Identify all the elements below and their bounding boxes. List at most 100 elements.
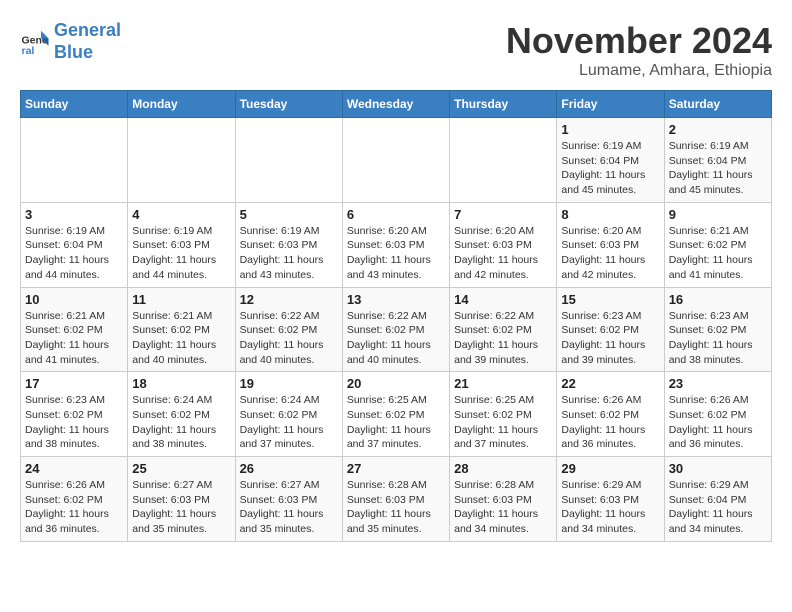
calendar-week-row: 10 Sunrise: 6:21 AM Sunset: 6:02 PM Dayli… <box>21 287 772 372</box>
day-info: Sunrise: 6:19 AM Sunset: 6:03 PM Dayligh… <box>132 224 230 283</box>
day-number: 24 <box>25 461 123 476</box>
day-info: Sunrise: 6:26 AM Sunset: 6:02 PM Dayligh… <box>25 478 123 537</box>
logo-general: General <box>54 20 121 40</box>
day-info: Sunrise: 6:23 AM Sunset: 6:02 PM Dayligh… <box>561 309 659 368</box>
calendar-day-cell <box>342 118 449 203</box>
calendar-day-cell: 11Sunrise: 6:21 AM Sunset: 6:02 PM Dayli… <box>128 287 235 372</box>
calendar-day-cell: 24 Sunrise: 6:26 AM Sunset: 6:02 PM Dayli… <box>21 457 128 542</box>
calendar-week-row: 17 Sunrise: 6:23 AM Sunset: 6:02 PM Dayli… <box>21 372 772 457</box>
logo-icon: Gene ral <box>20 27 50 57</box>
day-info: Sunrise: 6:27 AM Sunset: 6:03 PM Dayligh… <box>240 478 338 537</box>
day-number: 22 <box>561 376 659 391</box>
day-of-week-header: Friday <box>557 91 664 118</box>
day-number: 17 <box>25 376 123 391</box>
month-title: November 2024 <box>506 20 772 62</box>
calendar-day-cell: 30 Sunrise: 6:29 AM Sunset: 6:04 PM Dayli… <box>664 457 771 542</box>
calendar-day-cell: 5 Sunrise: 6:19 AM Sunset: 6:03 PM Daylig… <box>235 202 342 287</box>
calendar-day-cell <box>235 118 342 203</box>
calendar-day-cell: 8 Sunrise: 6:20 AM Sunset: 6:03 PM Daylig… <box>557 202 664 287</box>
day-info: Sunrise: 6:22 AM Sunset: 6:02 PM Dayligh… <box>347 309 445 368</box>
day-info: Sunrise: 6:26 AM Sunset: 6:02 PM Dayligh… <box>561 393 659 452</box>
calendar-week-row: 3Sunrise: 6:19 AM Sunset: 6:04 PM Daylig… <box>21 202 772 287</box>
calendar-day-cell: 7Sunrise: 6:20 AM Sunset: 6:03 PM Daylig… <box>450 202 557 287</box>
day-number: 26 <box>240 461 338 476</box>
day-info: Sunrise: 6:27 AM Sunset: 6:03 PM Dayligh… <box>132 478 230 537</box>
calendar-day-cell: 20 Sunrise: 6:25 AM Sunset: 6:02 PM Dayli… <box>342 372 449 457</box>
day-number: 21 <box>454 376 552 391</box>
calendar-day-cell: 22 Sunrise: 6:26 AM Sunset: 6:02 PM Dayli… <box>557 372 664 457</box>
day-number: 20 <box>347 376 445 391</box>
calendar-day-cell: 12Sunrise: 6:22 AM Sunset: 6:02 PM Dayli… <box>235 287 342 372</box>
day-info: Sunrise: 6:25 AM Sunset: 6:02 PM Dayligh… <box>347 393 445 452</box>
day-info: Sunrise: 6:20 AM Sunset: 6:03 PM Dayligh… <box>561 224 659 283</box>
calendar-body: 1 Sunrise: 6:19 AM Sunset: 6:04 PM Daylig… <box>21 118 772 542</box>
day-number: 13 <box>347 292 445 307</box>
day-info: Sunrise: 6:20 AM Sunset: 6:03 PM Dayligh… <box>454 224 552 283</box>
logo-text: General Blue <box>54 20 121 63</box>
day-number: 6 <box>347 207 445 222</box>
day-info: Sunrise: 6:23 AM Sunset: 6:02 PM Dayligh… <box>669 309 767 368</box>
calendar-week-row: 1 Sunrise: 6:19 AM Sunset: 6:04 PM Daylig… <box>21 118 772 203</box>
calendar-day-cell <box>450 118 557 203</box>
day-info: Sunrise: 6:24 AM Sunset: 6:02 PM Dayligh… <box>240 393 338 452</box>
day-number: 10 <box>25 292 123 307</box>
day-of-week-header: Sunday <box>21 91 128 118</box>
calendar-day-cell: 2 Sunrise: 6:19 AM Sunset: 6:04 PM Daylig… <box>664 118 771 203</box>
calendar-day-cell: 18 Sunrise: 6:24 AM Sunset: 6:02 PM Dayli… <box>128 372 235 457</box>
day-number: 29 <box>561 461 659 476</box>
day-number: 23 <box>669 376 767 391</box>
day-of-week-header: Tuesday <box>235 91 342 118</box>
calendar-day-cell: 10 Sunrise: 6:21 AM Sunset: 6:02 PM Dayli… <box>21 287 128 372</box>
title-block: November 2024 Lumame, Amhara, Ethiopia <box>506 20 772 80</box>
calendar-day-cell: 3Sunrise: 6:19 AM Sunset: 6:04 PM Daylig… <box>21 202 128 287</box>
day-number: 30 <box>669 461 767 476</box>
day-info: Sunrise: 6:24 AM Sunset: 6:02 PM Dayligh… <box>132 393 230 452</box>
day-info: Sunrise: 6:21 AM Sunset: 6:02 PM Dayligh… <box>25 309 123 368</box>
day-info: Sunrise: 6:28 AM Sunset: 6:03 PM Dayligh… <box>454 478 552 537</box>
calendar-day-cell: 4Sunrise: 6:19 AM Sunset: 6:03 PM Daylig… <box>128 202 235 287</box>
day-number: 16 <box>669 292 767 307</box>
day-number: 8 <box>561 207 659 222</box>
day-number: 3 <box>25 207 123 222</box>
day-info: Sunrise: 6:23 AM Sunset: 6:02 PM Dayligh… <box>25 393 123 452</box>
calendar-day-cell: 9 Sunrise: 6:21 AM Sunset: 6:02 PM Daylig… <box>664 202 771 287</box>
calendar-day-cell: 26 Sunrise: 6:27 AM Sunset: 6:03 PM Dayli… <box>235 457 342 542</box>
logo: Gene ral General Blue <box>20 20 121 63</box>
calendar-day-cell: 25Sunrise: 6:27 AM Sunset: 6:03 PM Dayli… <box>128 457 235 542</box>
day-info: Sunrise: 6:21 AM Sunset: 6:02 PM Dayligh… <box>669 224 767 283</box>
day-info: Sunrise: 6:29 AM Sunset: 6:04 PM Dayligh… <box>669 478 767 537</box>
day-number: 11 <box>132 292 230 307</box>
day-info: Sunrise: 6:19 AM Sunset: 6:03 PM Dayligh… <box>240 224 338 283</box>
calendar-day-cell: 27 Sunrise: 6:28 AM Sunset: 6:03 PM Dayli… <box>342 457 449 542</box>
day-number: 14 <box>454 292 552 307</box>
day-of-week-header: Saturday <box>664 91 771 118</box>
day-info: Sunrise: 6:28 AM Sunset: 6:03 PM Dayligh… <box>347 478 445 537</box>
day-info: Sunrise: 6:29 AM Sunset: 6:03 PM Dayligh… <box>561 478 659 537</box>
calendar-day-cell: 1 Sunrise: 6:19 AM Sunset: 6:04 PM Daylig… <box>557 118 664 203</box>
day-number: 18 <box>132 376 230 391</box>
day-number: 27 <box>347 461 445 476</box>
calendar-day-cell: 13 Sunrise: 6:22 AM Sunset: 6:02 PM Dayli… <box>342 287 449 372</box>
day-of-week-header: Monday <box>128 91 235 118</box>
calendar-header-row: SundayMondayTuesdayWednesdayThursdayFrid… <box>21 91 772 118</box>
day-number: 28 <box>454 461 552 476</box>
calendar-day-cell: 17 Sunrise: 6:23 AM Sunset: 6:02 PM Dayli… <box>21 372 128 457</box>
day-info: Sunrise: 6:19 AM Sunset: 6:04 PM Dayligh… <box>561 139 659 198</box>
day-info: Sunrise: 6:25 AM Sunset: 6:02 PM Dayligh… <box>454 393 552 452</box>
day-number: 9 <box>669 207 767 222</box>
day-info: Sunrise: 6:22 AM Sunset: 6:02 PM Dayligh… <box>454 309 552 368</box>
calendar-day-cell: 28 Sunrise: 6:28 AM Sunset: 6:03 PM Dayli… <box>450 457 557 542</box>
page-header: Gene ral General Blue November 2024 Luma… <box>20 20 772 80</box>
svg-text:ral: ral <box>22 45 35 57</box>
day-of-week-header: Thursday <box>450 91 557 118</box>
calendar-day-cell: 29 Sunrise: 6:29 AM Sunset: 6:03 PM Dayli… <box>557 457 664 542</box>
day-info: Sunrise: 6:20 AM Sunset: 6:03 PM Dayligh… <box>347 224 445 283</box>
day-number: 5 <box>240 207 338 222</box>
location-subtitle: Lumame, Amhara, Ethiopia <box>506 62 772 80</box>
day-info: Sunrise: 6:19 AM Sunset: 6:04 PM Dayligh… <box>669 139 767 198</box>
day-number: 2 <box>669 122 767 137</box>
calendar-day-cell <box>128 118 235 203</box>
calendar-day-cell: 14 Sunrise: 6:22 AM Sunset: 6:02 PM Dayli… <box>450 287 557 372</box>
calendar-day-cell: 23Sunrise: 6:26 AM Sunset: 6:02 PM Dayli… <box>664 372 771 457</box>
day-number: 1 <box>561 122 659 137</box>
